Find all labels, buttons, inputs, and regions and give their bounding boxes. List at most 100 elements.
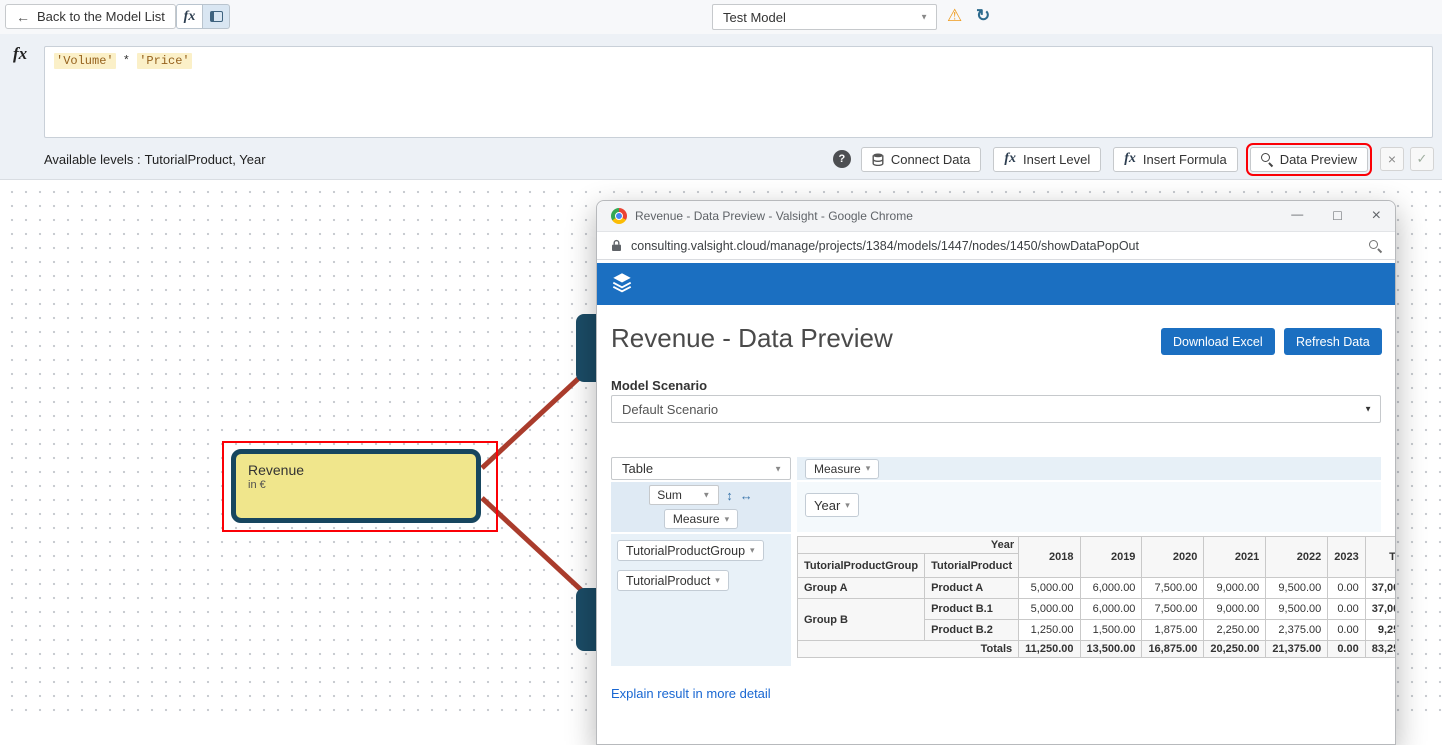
formula-token-volume: 'Volume': [54, 53, 116, 69]
window-title: Revenue - Data Preview - Valsight - Goog…: [635, 209, 1291, 223]
total-value-cell: 20,250.00: [1204, 641, 1266, 658]
chevron-down-icon: ▼: [702, 491, 710, 500]
insert-level-button[interactable]: fx Insert Level: [993, 147, 1101, 172]
total-value-cell: 0.00: [1328, 641, 1365, 658]
value-cell: 0.00: [1328, 620, 1365, 641]
aggregation-value: Sum: [657, 488, 682, 502]
group-cell: Group A: [798, 578, 925, 599]
chevron-down-icon: ▾: [725, 514, 730, 525]
download-excel-button[interactable]: Download Excel: [1161, 328, 1275, 355]
year-col-header: 2018: [1019, 537, 1080, 578]
value-cell: 1,250.00: [1019, 620, 1080, 641]
dim-chip-label: TutorialProductGroup: [626, 544, 745, 558]
row-total-cell: 37,000.00: [1365, 599, 1395, 620]
valsight-layers-icon: [611, 271, 633, 298]
row-total-cell: 37,000.00: [1365, 578, 1395, 599]
swap-vertical-icon[interactable]: ↕: [726, 489, 733, 502]
tutorialproduct-chip[interactable]: TutorialProduct ▾: [617, 570, 729, 591]
back-button-label: Back to the Model List: [37, 9, 165, 24]
refresh-data-button[interactable]: Refresh Data: [1284, 328, 1382, 355]
row-total-cell: 9,250.00: [1365, 620, 1395, 641]
model-scenario-label: Model Scenario: [611, 378, 707, 393]
formula-operator: *: [116, 54, 138, 68]
aggregation-select[interactable]: Sum ▼: [649, 485, 719, 505]
confirm-formula-button[interactable]: ✓: [1410, 147, 1434, 171]
total-value-cell: 13,500.00: [1080, 641, 1142, 658]
top-toolbar: ← Back to the Model List fx Test Model ▼…: [0, 0, 1442, 35]
formula-editor-input[interactable]: 'Volume' * 'Price': [44, 46, 1433, 138]
database-icon: [872, 153, 884, 166]
page-title: Revenue - Data Preview: [611, 323, 893, 354]
measure-chip[interactable]: Measure ▾: [664, 509, 738, 529]
warning-icon[interactable]: ⚠: [947, 5, 962, 27]
group-cell: Group B: [798, 599, 925, 641]
minimize-icon[interactable]: —: [1291, 208, 1303, 224]
table-header-row: Year 2018 2019 2020 2021 2022 2023 Total…: [798, 537, 1396, 554]
value-cell: 0.00: [1328, 599, 1365, 620]
chevron-down-icon: ▾: [866, 463, 871, 474]
value-cell: 9,500.00: [1266, 578, 1328, 599]
available-levels-label: Available levels :: [44, 152, 141, 167]
editor-mode-toggle: fx: [176, 4, 230, 29]
formula-mode-button[interactable]: fx: [176, 4, 203, 29]
column-header-area: Year ▾: [797, 482, 1381, 532]
aggregation-panel: Sum ▼ ↕ ↔ Measure ▾: [611, 482, 791, 532]
address-bar[interactable]: consulting.valsight.cloud/manage/project…: [597, 232, 1395, 260]
year-col-header: 2019: [1080, 537, 1142, 578]
chevron-down-icon: ▾: [715, 575, 720, 586]
close-icon[interactable]: ×: [1372, 208, 1381, 224]
window-titlebar[interactable]: Revenue - Data Preview - Valsight - Goog…: [597, 201, 1395, 232]
value-cell: 0.00: [1328, 578, 1365, 599]
cancel-formula-button[interactable]: ×: [1380, 147, 1404, 171]
product-cell: Product B.1: [925, 599, 1019, 620]
formula-token-price: 'Price': [137, 53, 191, 69]
year-chip-label: Year: [814, 498, 840, 513]
help-icon[interactable]: ?: [833, 150, 851, 168]
formula-section: fx 'Volume' * 'Price' Available levels :…: [0, 34, 1442, 180]
revenue-node[interactable]: Revenue in €: [231, 449, 481, 523]
row-dimension-header: TutorialProductGroup: [798, 554, 925, 578]
chevron-down-icon: ▼: [920, 13, 928, 22]
value-cell: 9,000.00: [1204, 599, 1266, 620]
layout-panel-icon: [210, 11, 223, 22]
total-value-cell: 16,875.00: [1142, 641, 1204, 658]
view-type-select[interactable]: Table ▼: [611, 457, 791, 480]
popup-content: Revenue - Data Preview Download Excel Re…: [597, 261, 1395, 744]
chevron-down-icon: ▼: [1364, 405, 1372, 414]
insert-formula-label: Insert Formula: [1143, 152, 1227, 167]
explain-result-link[interactable]: Explain result in more detail: [611, 686, 771, 701]
insert-formula-button[interactable]: fx Insert Formula: [1113, 147, 1237, 172]
url-field[interactable]: consulting.valsight.cloud/manage/project…: [631, 239, 1369, 253]
refresh-icon[interactable]: ↻: [976, 4, 990, 28]
brand-header: [597, 263, 1395, 305]
table-totals-row: Totals 11,250.00 13,500.00 16,875.00 20,…: [798, 641, 1396, 658]
back-to-model-list-button[interactable]: ← Back to the Model List: [5, 4, 176, 29]
fx-icon: fx: [1124, 152, 1136, 166]
available-levels-text: Available levels :TutorialProduct, Year: [44, 152, 266, 167]
year-dimension-chip[interactable]: Year ▾: [805, 493, 859, 517]
year-col-header: 2023: [1328, 537, 1365, 578]
tutorialproductgroup-chip[interactable]: TutorialProductGroup ▾: [617, 540, 764, 561]
formula-footer: Available levels :TutorialProduct, Year …: [0, 144, 1442, 174]
measure-dropdown-chip[interactable]: Measure ▾: [805, 459, 879, 479]
panel-view-button[interactable]: [203, 4, 230, 29]
scenario-select[interactable]: Default Scenario ▼: [611, 395, 1381, 423]
value-cell: 1,875.00: [1142, 620, 1204, 641]
search-icon[interactable]: [1369, 240, 1381, 252]
node-unit: in €: [248, 479, 476, 491]
maximize-icon[interactable]: □: [1333, 208, 1341, 224]
dim-chip-label: TutorialProduct: [626, 574, 710, 588]
measure-dropdown-label: Measure: [814, 462, 861, 476]
value-cell: 1,500.00: [1080, 620, 1142, 641]
swap-horizontal-icon[interactable]: ↔: [740, 489, 753, 502]
data-preview-button[interactable]: Data Preview: [1250, 147, 1368, 172]
row-dimensions-panel: TutorialProductGroup ▾ TutorialProduct ▾: [611, 534, 791, 666]
col-dimension-header: Year: [798, 537, 1019, 554]
back-arrow-icon: ←: [16, 10, 30, 24]
totals-col-header: Totals: [1365, 537, 1395, 578]
view-type-value: Table: [622, 461, 653, 476]
year-col-header: 2020: [1142, 537, 1204, 578]
connect-data-button[interactable]: Connect Data: [861, 147, 982, 172]
model-select[interactable]: Test Model ▼: [712, 4, 937, 30]
product-cell: Product B.2: [925, 620, 1019, 641]
